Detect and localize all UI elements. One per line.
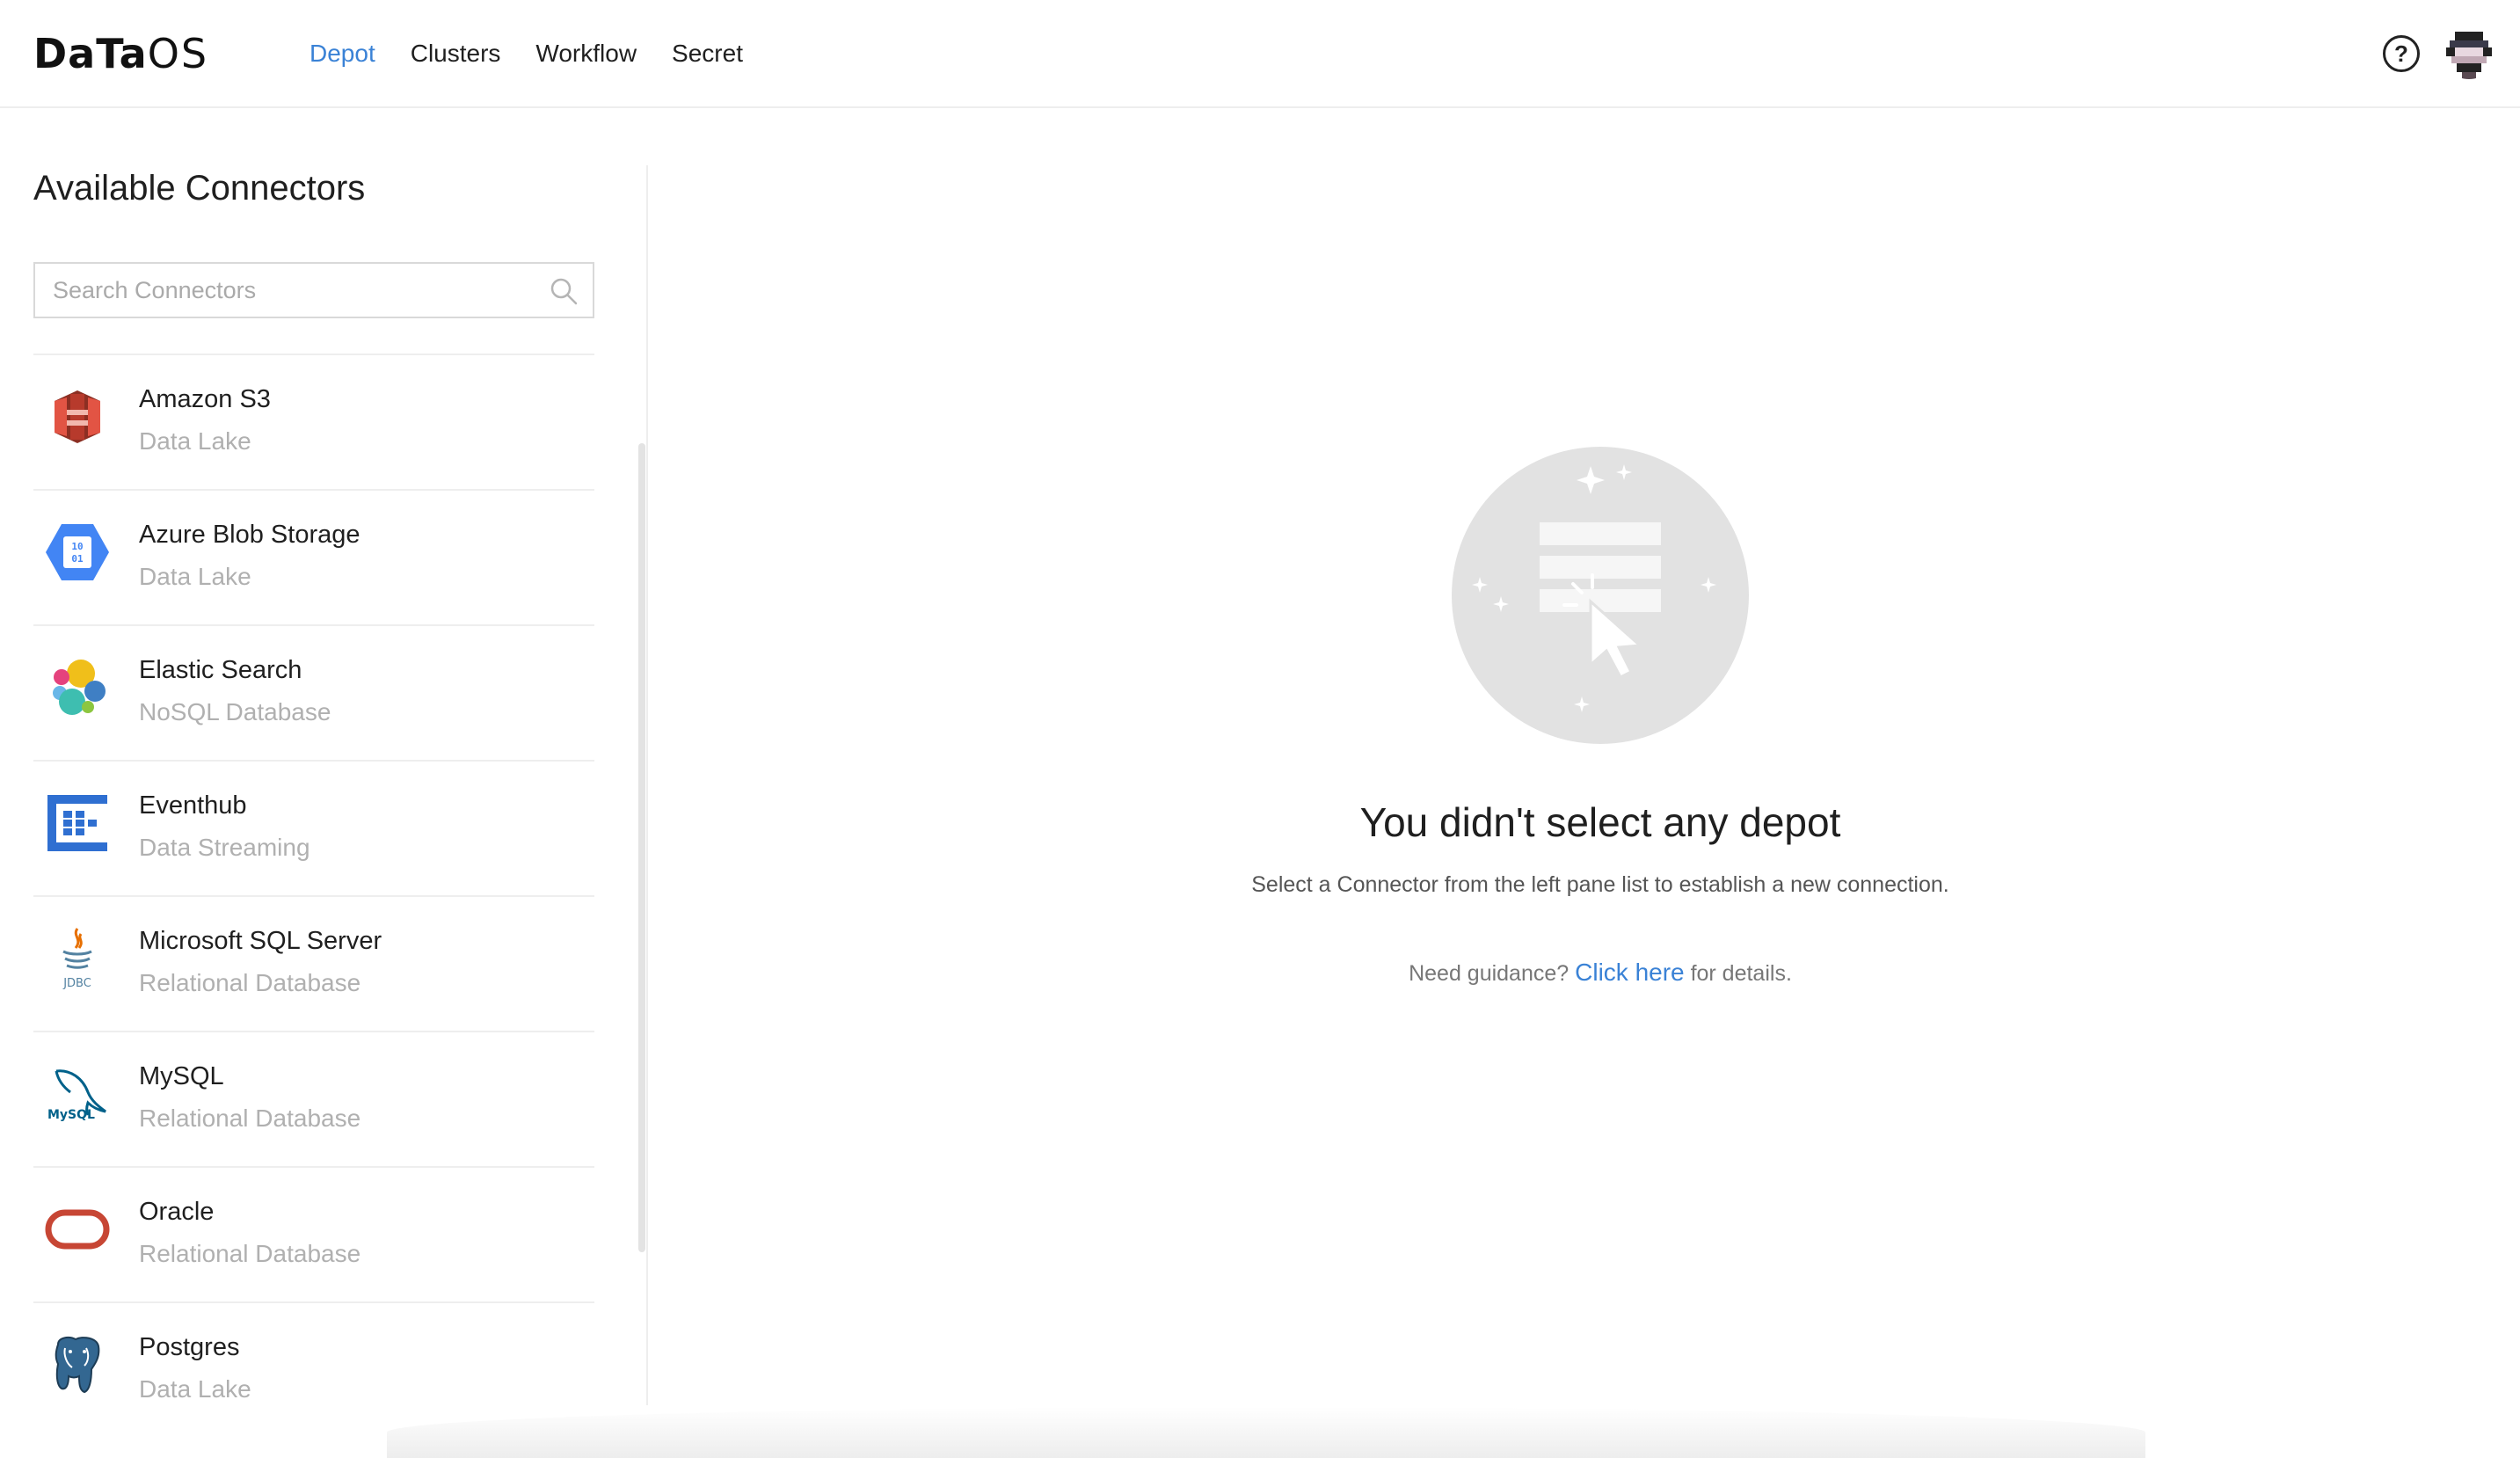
connector-item-oracle[interactable]: Oracle Relational Database (33, 1166, 594, 1301)
connector-item-mysql[interactable]: MySQL MySQL Relational Database (33, 1031, 594, 1166)
select-depot-illustration-icon (1452, 447, 1749, 744)
dataos-logo[interactable]: DaTa OS (33, 32, 208, 76)
empty-state-subtitle: Select a Connector from the left pane li… (1251, 872, 1949, 897)
connector-name: Azure Blob Storage (139, 521, 361, 549)
connector-type: Data Lake (139, 1375, 251, 1403)
amazon-s3-icon (44, 383, 111, 450)
elastic-search-icon (44, 654, 111, 721)
main-nav: Depot Clusters Workflow Secret (310, 35, 743, 72)
nav-item-depot[interactable]: Depot (310, 35, 375, 72)
connector-name: Eventhub (139, 791, 247, 820)
connectors-panel: Available Connectors Amazon S3 Data Lake (0, 109, 647, 1407)
connector-type: Data Streaming (139, 834, 310, 861)
connector-list: Amazon S3 Data Lake 10 01 Azure Blob Sto… (33, 354, 594, 1437)
jdbc-icon-text: JDBC (62, 977, 91, 990)
top-navigation-bar: DaTa OS Depot Clusters Workflow Secret ? (0, 0, 2520, 108)
eventhub-icon (44, 790, 111, 857)
connector-name: Postgres (139, 1333, 240, 1361)
bottom-fade (387, 1407, 2145, 1458)
connector-type: Relational Database (139, 1104, 361, 1132)
connector-item-eventhub[interactable]: Eventhub Data Streaming (33, 760, 594, 895)
connector-name: MySQL (139, 1062, 224, 1090)
connector-name: Amazon S3 (139, 385, 271, 413)
guidance-link[interactable]: Click here (1575, 959, 1684, 986)
nav-item-clusters[interactable]: Clusters (411, 35, 501, 72)
connector-type: NoSQL Database (139, 698, 331, 725)
nav-item-workflow[interactable]: Workflow (535, 35, 637, 72)
panel-divider (646, 165, 648, 1405)
connector-item-elastic-search[interactable]: Elastic Search NoSQL Database (33, 624, 594, 760)
connector-type: Data Lake (139, 427, 251, 455)
panel-title: Available Connectors (33, 169, 366, 208)
guidance-line: Need guidance? Click here for details. (1143, 955, 2058, 991)
connector-item-postgres[interactable]: Postgres Data Lake (33, 1301, 594, 1437)
nav-item-secret[interactable]: Secret (672, 35, 743, 72)
oracle-icon (44, 1196, 111, 1263)
connector-type: Data Lake (139, 563, 251, 590)
guidance-suffix: for details. (1690, 961, 1792, 986)
connector-item-amazon-s3[interactable]: Amazon S3 Data Lake (33, 354, 594, 489)
logo-text-light: OS (147, 30, 209, 77)
connector-type: Relational Database (139, 1240, 361, 1267)
search-input[interactable] (53, 264, 545, 317)
logo-text-bold: DaTa (33, 30, 148, 77)
svg-text:01: 01 (71, 553, 84, 565)
connector-type: Relational Database (139, 969, 361, 996)
search-icon[interactable] (549, 276, 579, 306)
connector-item-azure-blob-storage[interactable]: 10 01 Azure Blob Storage Data Lake (33, 489, 594, 624)
postgres-elephant-icon (44, 1331, 111, 1398)
svg-text:10: 10 (71, 541, 83, 552)
help-question-icon[interactable]: ? (2383, 35, 2420, 72)
user-avatar[interactable] (2443, 26, 2495, 79)
search-box[interactable] (33, 262, 594, 318)
azure-blob-icon: 10 01 (44, 519, 111, 586)
empty-state-title: You didn't select any depot (1359, 799, 1841, 845)
jdbc-java-icon: JDBC (44, 925, 111, 992)
connector-name: Oracle (139, 1198, 215, 1226)
connector-item-microsoft-sql-server[interactable]: JDBC Microsoft SQL Server Relational Dat… (33, 895, 594, 1031)
guidance-prefix: Need guidance? (1409, 961, 1570, 986)
connector-name: Elastic Search (139, 656, 302, 684)
mysql-icon-text: MySQL (47, 1108, 95, 1122)
mysql-dolphin-icon: MySQL (44, 1061, 111, 1127)
connector-name: Microsoft SQL Server (139, 927, 382, 955)
connector-list-scrollbar[interactable] (638, 443, 645, 1252)
